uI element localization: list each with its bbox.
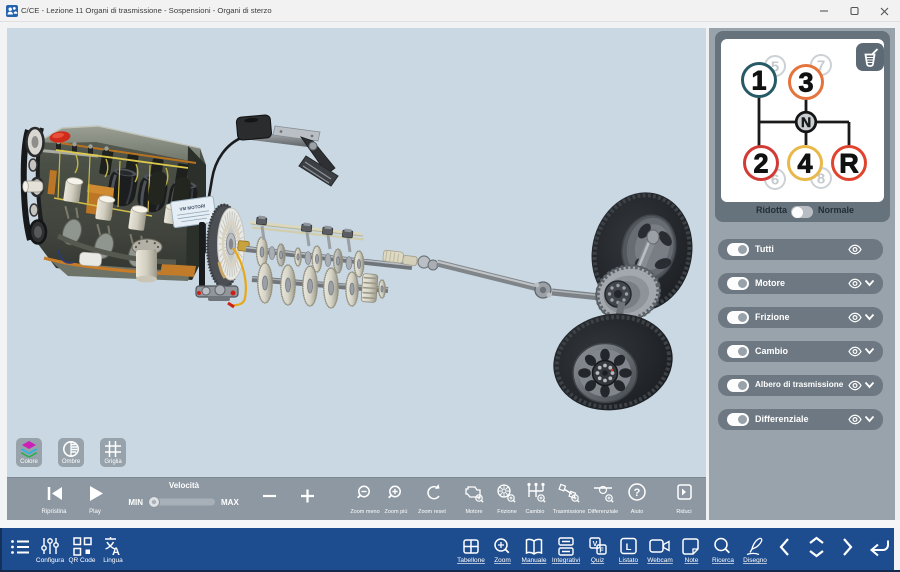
- svg-text:Integrativi: Integrativi: [552, 557, 580, 564]
- svg-text:F: F: [599, 548, 604, 555]
- svg-text:QR Code: QR Code: [68, 557, 95, 564]
- svg-text:Webcam: Webcam: [647, 557, 673, 564]
- svg-text:Listato: Listato: [619, 557, 639, 564]
- svg-text:MAX: MAX: [221, 498, 239, 507]
- svg-text:Note: Note: [685, 557, 699, 564]
- svg-text:Aiuto: Aiuto: [631, 509, 644, 515]
- svg-text:Ripristina: Ripristina: [41, 509, 67, 515]
- svg-text:Velocità: Velocità: [169, 481, 200, 490]
- svg-text:Zoom: Zoom: [494, 557, 511, 564]
- svg-text:L: L: [626, 542, 632, 553]
- svg-text:Zoom reset: Zoom reset: [418, 509, 446, 515]
- svg-text:Disegno: Disegno: [743, 557, 767, 564]
- svg-text:Trasmissione: Trasmissione: [553, 509, 586, 515]
- svg-text:V: V: [593, 541, 598, 548]
- svg-text:Zoom più: Zoom più: [385, 509, 408, 515]
- svg-text:1: 1: [751, 66, 766, 96]
- svg-text:?: ?: [634, 487, 641, 499]
- svg-text:Differenziale: Differenziale: [588, 509, 618, 515]
- svg-text:Cambio: Cambio: [526, 509, 545, 515]
- svg-text:Frizione: Frizione: [497, 509, 517, 515]
- svg-text:3: 3: [798, 68, 813, 98]
- svg-text:Ricerca: Ricerca: [712, 557, 734, 564]
- svg-text:MIN: MIN: [128, 498, 143, 507]
- svg-text:Quiz: Quiz: [591, 557, 604, 564]
- svg-text:N: N: [801, 114, 811, 130]
- svg-text:Lingua: Lingua: [103, 557, 123, 564]
- svg-text:Riduci: Riduci: [676, 509, 691, 515]
- svg-text:R: R: [839, 149, 859, 179]
- svg-text:Tabellone: Tabellone: [457, 557, 485, 564]
- svg-text:Motore: Motore: [465, 509, 482, 515]
- svg-text:Zoom meno: Zoom meno: [350, 509, 379, 515]
- svg-text:4: 4: [797, 149, 812, 179]
- svg-text:Configura: Configura: [36, 557, 65, 564]
- svg-text:Manuale: Manuale: [522, 557, 547, 564]
- svg-text:2: 2: [753, 149, 768, 179]
- svg-text:Play: Play: [89, 509, 101, 515]
